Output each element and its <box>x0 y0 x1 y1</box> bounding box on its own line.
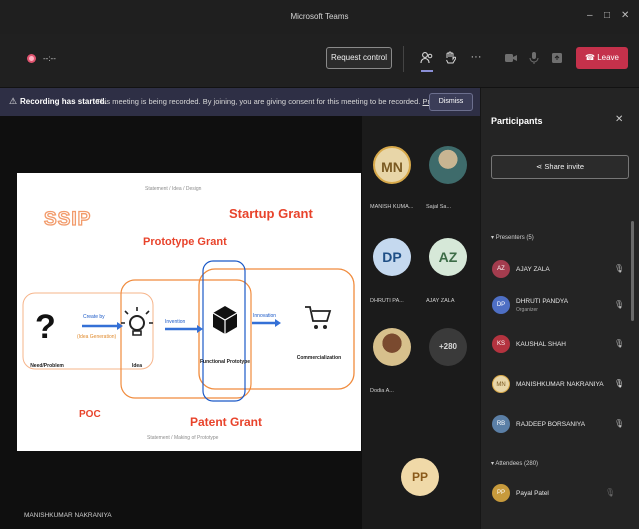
avatar-photo <box>373 328 411 366</box>
avatar: MN <box>373 146 411 184</box>
video-tiles-grid: MN MANISH KUMA... Sajal Sa... DP DHRUTI … <box>362 116 480 529</box>
window-title: Microsoft Teams <box>290 12 349 21</box>
participant-name: RAJDEEP BORSANIYA <box>516 421 586 428</box>
banner-title: Recording has started. <box>20 97 107 106</box>
scrollbar[interactable] <box>631 221 634 321</box>
participant-row[interactable]: MN MANISHKUMAR NAKRANIYA 🎙︎ <box>489 372 629 398</box>
shared-slide: ? Statement / Idea / Design SSIP Startup… <box>17 173 361 451</box>
presenters-header[interactable]: ▾ Presenters (5) <box>491 234 534 241</box>
svg-text:?: ? <box>35 308 56 346</box>
shared-screen-stage: ? Statement / Idea / Design SSIP Startup… <box>0 116 362 529</box>
functional-prototype-label: Functional Prototype <box>200 359 250 365</box>
avatar: MN <box>492 375 510 393</box>
share-screen-icon[interactable] <box>548 47 566 69</box>
mic-off-icon: 🎙︎ <box>605 488 616 497</box>
close-icon[interactable]: ✕ <box>621 10 629 21</box>
recording-banner: ⚠ Recording has started. This meeting is… <box>0 88 480 116</box>
leave-button[interactable]: ☎ Leave <box>576 47 628 69</box>
avatar: AZ <box>429 238 467 276</box>
avatar: DP <box>492 296 510 314</box>
leave-label: Leave <box>597 53 619 62</box>
minimize-icon[interactable]: – <box>587 10 593 21</box>
banner-message-text: This meeting is being recorded. By joini… <box>96 97 421 106</box>
slide-top-caption: Statement / Idea / Design <box>145 186 202 192</box>
banner-message: This meeting is being recorded. By joini… <box>96 97 441 106</box>
request-control-button[interactable]: Request control <box>326 47 392 69</box>
recording-indicator-icon <box>27 54 36 63</box>
avatar: RB <box>492 415 510 433</box>
startup-grant-label: Startup Grant <box>229 206 313 221</box>
avatar: PP <box>492 484 510 502</box>
more-icon[interactable]: ··· <box>467 47 485 69</box>
mic-icon: 🎙︎ <box>614 379 625 388</box>
tile-name: Dodia A... <box>370 388 394 394</box>
toolbar-divider <box>403 46 404 72</box>
slide-bottom-caption: Statement / Making of Prototype <box>147 435 219 441</box>
arrow-invention-label: Invention <box>165 319 186 325</box>
participant-row[interactable]: DP DHRUTI PANDYA Organizer 🎙︎ <box>489 293 629 319</box>
mic-off-icon: 🎙︎ <box>614 339 625 348</box>
ssip-logo: SSIP <box>43 208 92 230</box>
maximize-icon[interactable]: □ <box>604 10 610 21</box>
commercialization-label: Commercialization <box>296 355 342 361</box>
close-icon[interactable]: ✕ <box>615 114 623 125</box>
mic-off-icon: 🎙︎ <box>614 419 625 428</box>
prototype-grant-label: Prototype Grant <box>143 236 227 248</box>
people-icon[interactable] <box>418 47 436 72</box>
arrow-innovation-label: Innovation <box>253 313 277 319</box>
mic-off-icon: 🎙︎ <box>614 264 625 273</box>
avatar: DP <box>373 238 411 276</box>
warning-icon: ⚠ <box>9 96 18 106</box>
title-bar: Microsoft Teams – □ ✕ <box>0 0 639 34</box>
attendees-header[interactable]: ▾ Attendees (280) <box>491 460 538 467</box>
dismiss-button[interactable]: Dismiss <box>429 93 473 111</box>
overflow-count: +280 <box>429 328 467 366</box>
attendees-header-label: Attendees (280) <box>495 461 539 467</box>
panel-title: Participants <box>491 116 543 126</box>
participant-name: Payal Patel <box>516 490 549 497</box>
avatar-photo <box>429 146 467 184</box>
presenters-header-label: Presenters (5) <box>495 235 534 241</box>
share-icon: ⋖ <box>536 162 543 171</box>
presenter-name-label: MANISHKUMAR NAKRANIYA <box>24 512 112 519</box>
mic-icon[interactable] <box>525 47 543 69</box>
participant-role: Organizer <box>516 307 538 313</box>
participant-name: KAUSHAL SHAH <box>516 341 566 348</box>
tile-name: DHRUTI PA... <box>370 298 404 304</box>
call-control-bar: --:-- Request control ··· ☎ Leave <box>0 34 639 88</box>
hand-icon[interactable] <box>441 47 459 69</box>
participant-row[interactable]: PP Payal Patel 🎙︎ <box>489 481 629 507</box>
share-invite-label: Share invite <box>544 162 584 171</box>
participant-row[interactable]: RB RAJDEEP BORSANIYA 🎙︎ <box>489 412 629 438</box>
share-invite-button[interactable]: ⋖ Share invite <box>491 155 629 179</box>
arrow-create-sublabel: (Idea Generation) <box>77 334 117 340</box>
participants-panel: Participants ✕ ⋖ Share invite ▾ Presente… <box>480 88 639 529</box>
avatar: KS <box>492 335 510 353</box>
tile-name: AJAY ZALA <box>426 298 455 304</box>
idea-label: Idea <box>131 363 142 369</box>
camera-icon[interactable] <box>502 47 520 69</box>
need-problem-label: Need/Problem <box>30 363 64 369</box>
participant-name: MANISHKUMAR NAKRANIYA <box>516 381 604 388</box>
poc-label: POC <box>79 409 101 420</box>
arrow-create-label: Create by <box>83 314 105 320</box>
participant-name: AJAY ZALA <box>516 266 550 273</box>
participant-row[interactable]: AZ AJAY ZALA 🎙︎ <box>489 257 629 283</box>
call-timer: --:-- <box>43 54 56 63</box>
tile-name: Sajal Sa... <box>426 204 452 210</box>
avatar: PP <box>401 458 439 496</box>
phone-icon: ☎ <box>585 53 595 62</box>
participant-name: DHRUTI PANDYA <box>516 298 569 305</box>
tile-name: MANISH KUMA... <box>370 204 414 210</box>
participant-row[interactable]: KS KAUSHAL SHAH 🎙︎ <box>489 332 629 358</box>
patent-grant-label: Patent Grant <box>190 415 263 429</box>
avatar: AZ <box>492 260 510 278</box>
mic-off-icon: 🎙︎ <box>614 300 625 309</box>
